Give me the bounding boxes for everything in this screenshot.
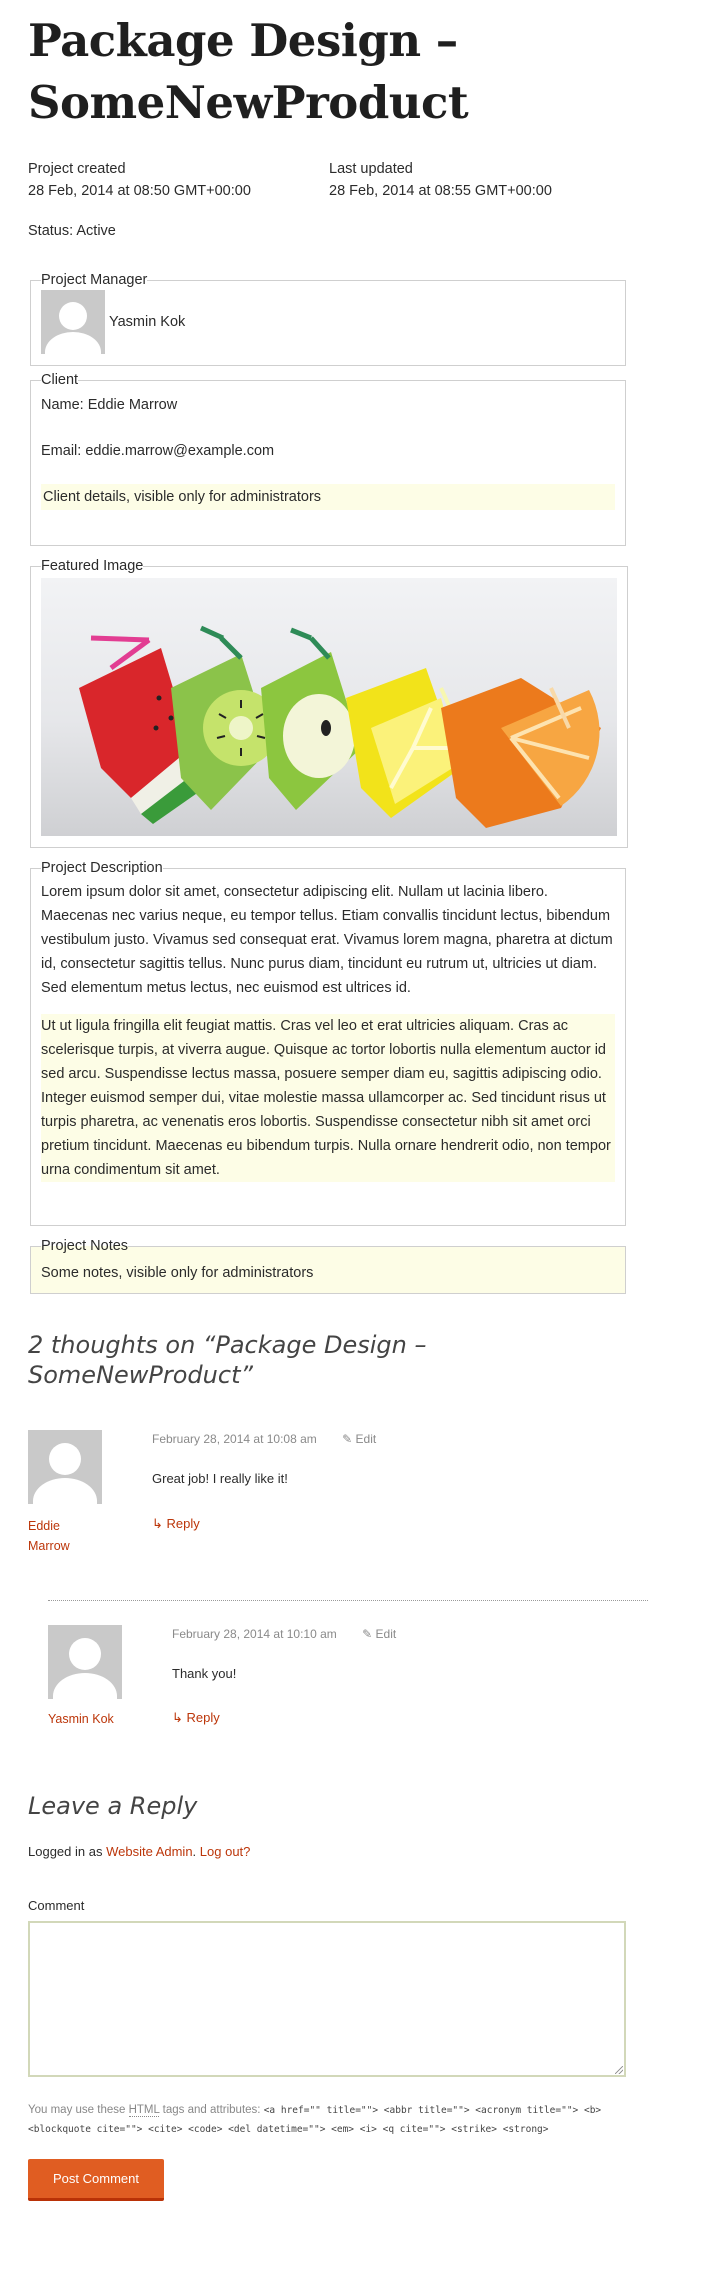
leave-reply-title: Leave a Reply xyxy=(28,1792,198,1820)
comment-textarea[interactable] xyxy=(28,1921,626,2077)
project-notes-legend: Project Notes xyxy=(41,1238,129,1254)
comment-text: Thank you! xyxy=(172,1666,237,1681)
project-status: Status: Active xyxy=(28,223,116,239)
logged-in-prefix: Logged in as xyxy=(28,1844,107,1859)
project-manager-name: Yasmin Kok xyxy=(109,314,186,330)
allowed-middle: tags and attributes: xyxy=(159,2104,264,2116)
project-page: Package Design – SomeNewProduct Project … xyxy=(28,0,648,2201)
avatar xyxy=(41,290,105,354)
orange-package xyxy=(441,678,601,828)
project-description-legend: Project Description xyxy=(41,860,163,876)
client-email: Email: eddie.marrow@example.com xyxy=(41,443,275,459)
pencil-icon: ✎ xyxy=(342,1432,353,1446)
comment-edit-link[interactable]: ✎ Edit xyxy=(342,1432,376,1446)
client-legend: Client xyxy=(41,372,79,388)
updated-block: Last updated 28 Feb, 2014 at 08:55 GMT+0… xyxy=(329,158,552,202)
client-admin-note: Client details, visible only for adminis… xyxy=(41,484,615,510)
edit-label: Edit xyxy=(355,1432,377,1446)
apple-package xyxy=(261,627,361,810)
profile-link[interactable]: Website Admin xyxy=(106,1844,192,1859)
edit-label: Edit xyxy=(375,1627,397,1641)
description-paragraph: Lorem ipsum dolor sit amet, consectetur … xyxy=(41,884,613,996)
comment-author-link[interactable]: Eddie Marrow xyxy=(28,1516,88,1556)
html-abbr: HTML xyxy=(128,2104,160,2117)
logout-link[interactable]: Log out? xyxy=(200,1844,251,1859)
avatar xyxy=(28,1430,102,1504)
created-block: Project created 28 Feb, 2014 at 08:50 GM… xyxy=(28,158,251,202)
logged-in-text: Logged in as Website Admin. Log out? xyxy=(28,1844,251,1859)
project-manager-box: Project Manager Yasmin Kok xyxy=(30,272,626,366)
reply-label: Reply xyxy=(186,1710,220,1725)
featured-image xyxy=(41,578,617,836)
page-title: Package Design – SomeNewProduct xyxy=(28,14,469,129)
comment-text: Great job! I really like it! xyxy=(152,1471,288,1486)
reply-arrow-icon: ↳ xyxy=(172,1710,183,1725)
reply-link[interactable]: ↳ Reply xyxy=(152,1515,200,1533)
fruit-packages-image xyxy=(79,625,601,828)
project-description-box: Project Description Lorem ipsum dolor si… xyxy=(30,860,626,1226)
resize-handle-icon[interactable] xyxy=(615,2066,623,2074)
comment-meta: February 28, 2014 at 10:08 am ✎ Edit xyxy=(152,1430,376,1448)
description-paragraph-admin: Ut ut ligula fringilla elit feugiat matt… xyxy=(41,1014,615,1182)
client-name: Name: Eddie Marrow xyxy=(41,397,178,413)
pencil-icon: ✎ xyxy=(362,1627,373,1641)
reply-label: Reply xyxy=(166,1516,200,1531)
project-notes-text: Some notes, visible only for administrat… xyxy=(41,1265,314,1281)
lemon-package xyxy=(346,668,461,818)
updated-label: Last updated xyxy=(329,161,413,177)
allowed-tags-note: You may use these HTML tags and attribut… xyxy=(28,2101,628,2139)
comment-label: Comment xyxy=(28,1898,85,1913)
reply-arrow-icon: ↳ xyxy=(152,1516,163,1531)
comment-reply: Yasmin Kok February 28, 2014 at 10:10 am… xyxy=(48,1600,648,1726)
featured-image-legend: Featured Image xyxy=(41,558,144,574)
comment-date-link[interactable]: February 28, 2014 at 10:10 am xyxy=(172,1627,337,1641)
comment-date-link[interactable]: February 28, 2014 at 10:08 am xyxy=(152,1432,317,1446)
updated-value: 28 Feb, 2014 at 08:55 GMT+00:00 xyxy=(329,183,552,199)
kiwi-package xyxy=(171,625,279,810)
featured-image-box: Featured Image xyxy=(30,558,628,848)
created-label: Project created xyxy=(28,161,126,177)
project-notes-box: Project Notes Some notes, visible only f… xyxy=(30,1238,626,1294)
client-box: Client Name: Eddie Marrow Email: eddie.m… xyxy=(30,372,626,546)
reply-link[interactable]: ↳ Reply xyxy=(172,1709,220,1727)
comments-title: 2 thoughts on “Package Design – SomeNewP… xyxy=(28,1331,427,1389)
project-manager-legend: Project Manager xyxy=(41,272,148,288)
comment-meta: February 28, 2014 at 10:10 am ✎ Edit xyxy=(172,1625,396,1643)
comment: Eddie Marrow February 28, 2014 at 10:08 … xyxy=(28,1430,648,1580)
allowed-prefix: You may use these xyxy=(28,2104,129,2116)
avatar xyxy=(48,1625,122,1699)
comment-author-link[interactable]: Yasmin Kok xyxy=(48,1709,138,1729)
post-comment-button[interactable]: Post Comment xyxy=(28,2159,164,2201)
comment-edit-link[interactable]: ✎ Edit xyxy=(362,1627,396,1641)
project-meta: Project created 28 Feb, 2014 at 08:50 GM… xyxy=(28,158,648,210)
created-value: 28 Feb, 2014 at 08:50 GMT+00:00 xyxy=(28,183,251,199)
